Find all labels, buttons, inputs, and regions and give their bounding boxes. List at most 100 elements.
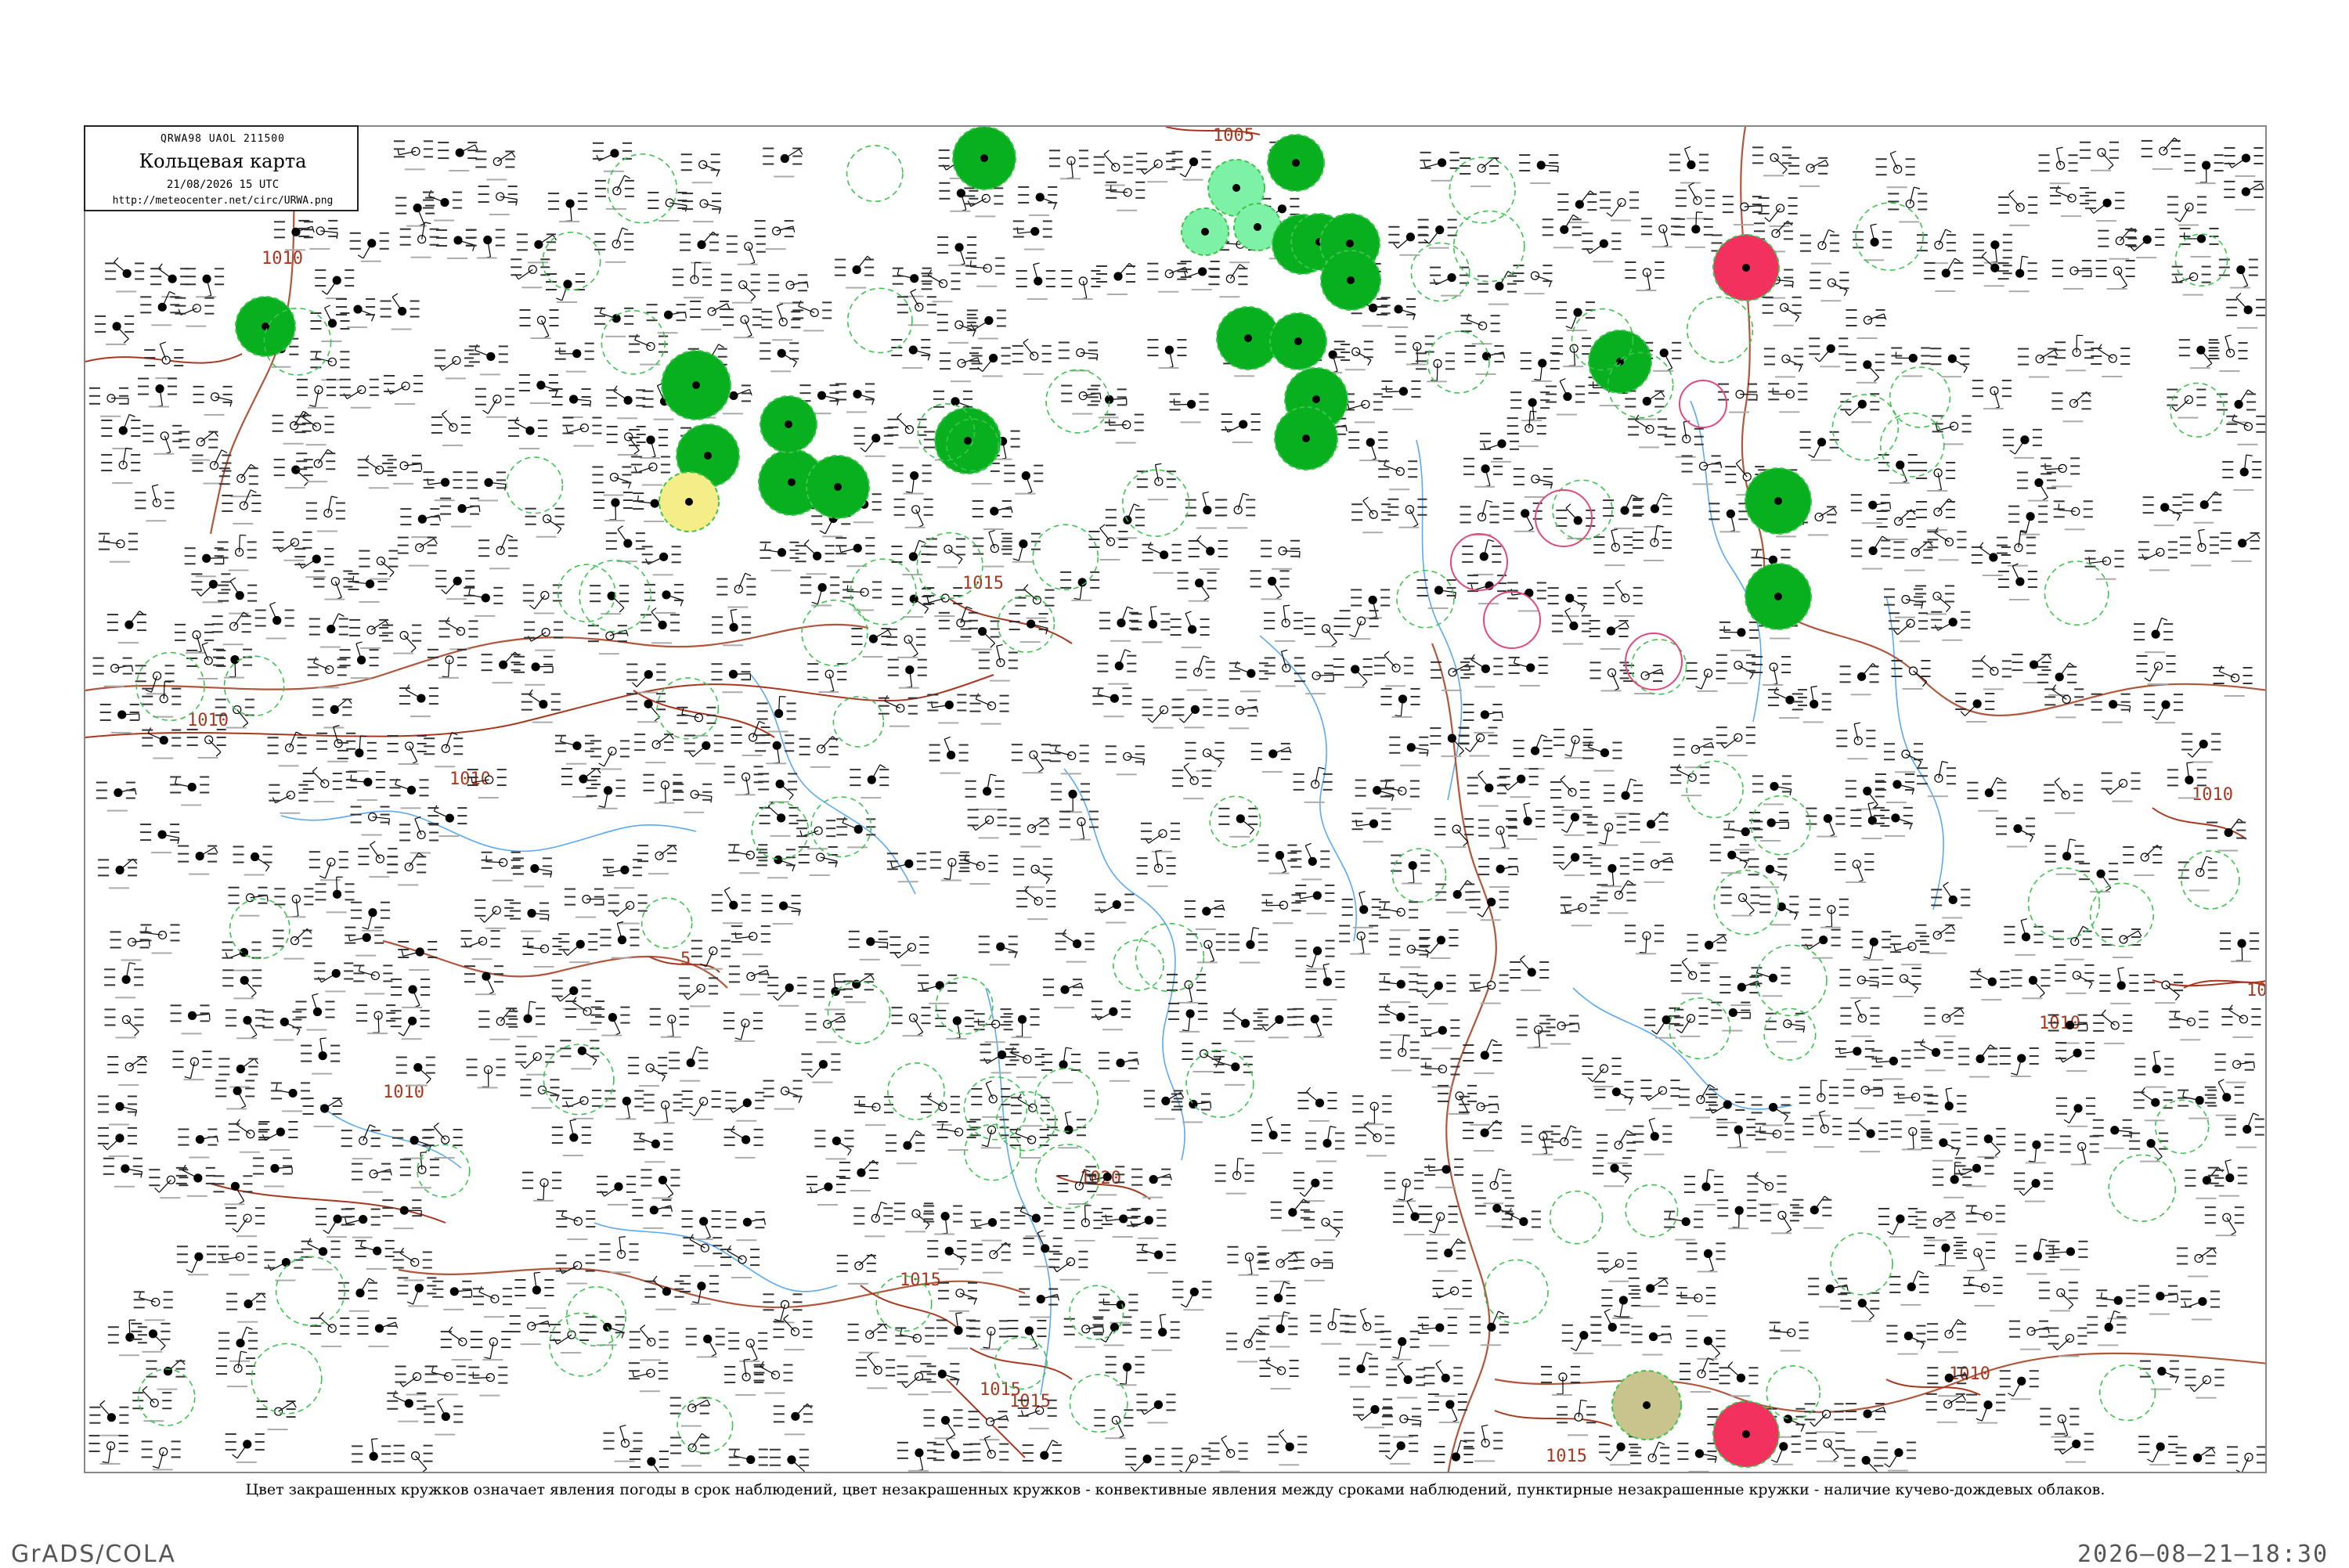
station-model[interactable] [979,935,1018,965]
station-model[interactable] [520,309,559,339]
station-model[interactable] [1420,1058,1460,1088]
cb-cloud-ring[interactable] [848,288,912,352]
cb-cloud-ring[interactable] [1831,1233,1893,1295]
station-model[interactable] [2177,1247,2216,1277]
station-model[interactable] [600,922,639,959]
station-model[interactable] [1759,197,1798,227]
station-model[interactable] [1106,1356,1145,1386]
station-model[interactable] [2123,845,2162,876]
station-model[interactable] [1305,1126,1344,1162]
station-model[interactable] [1418,219,1457,249]
station-model[interactable] [2144,974,2183,1004]
station-model[interactable] [935,1010,974,1040]
station-model[interactable] [552,388,591,418]
station-model[interactable] [677,707,716,737]
station-model[interactable] [381,294,420,330]
station-model[interactable] [1478,858,1518,888]
station-model[interactable] [1590,857,1629,887]
station-model[interactable] [1013,858,1052,888]
station-model[interactable] [1395,336,1434,366]
cb-cloud-ring[interactable] [507,457,563,514]
station-model[interactable] [303,1098,343,1127]
station-model[interactable] [1806,808,1845,838]
station-model[interactable] [1389,737,1428,766]
station-model[interactable] [1846,780,1885,810]
station-model[interactable] [630,1451,669,1473]
station-model[interactable] [1384,1172,1423,1202]
station-model[interactable] [226,1009,265,1039]
station-model[interactable] [395,1366,435,1396]
cb-cloud-ring[interactable] [2181,851,2239,909]
station-model[interactable] [178,845,218,875]
station-model[interactable] [1351,497,1391,533]
station-model[interactable] [1294,1172,1333,1202]
station-model[interactable] [1670,764,1709,796]
station-model[interactable] [1809,337,1848,367]
cb-cloud-ring[interactable] [1550,1191,1603,1244]
station-model[interactable] [1061,270,1100,300]
station-model[interactable] [1340,610,1379,640]
station-model[interactable] [390,779,429,809]
station-model[interactable] [729,1449,768,1473]
station-model[interactable] [1304,618,1344,647]
station-model[interactable] [107,1056,146,1086]
station-model[interactable] [1676,182,1715,219]
station-model[interactable] [2055,1042,2095,1072]
cb-cloud-ring[interactable] [1485,1260,1548,1323]
station-model[interactable] [1099,607,1138,642]
station-model[interactable] [1719,1362,1758,1397]
station-model[interactable] [218,1058,258,1088]
station-model[interactable] [1430,267,1469,297]
station-model[interactable] [972,500,1012,530]
station-model[interactable] [1355,780,1395,809]
station-model[interactable] [725,1092,764,1122]
station-model[interactable] [233,846,272,876]
station-model[interactable] [257,1400,297,1430]
station-model[interactable] [814,974,853,1010]
station-model[interactable] [99,533,138,563]
station-model[interactable] [1351,813,1391,842]
station-model[interactable] [513,857,552,887]
station-model[interactable] [226,1293,265,1323]
station-model[interactable] [2060,1136,2099,1166]
station-model[interactable] [1001,533,1041,563]
station-model[interactable] [1304,1211,1343,1241]
station-model[interactable] [1997,531,2036,567]
station-model[interactable] [2134,1051,2174,1088]
station-model[interactable] [1099,1052,1138,1082]
station-model[interactable] [1216,493,1255,528]
station-model[interactable] [1871,1050,1911,1080]
station-model[interactable] [351,806,390,836]
station-model[interactable] [175,624,214,654]
station-model[interactable] [2056,1098,2095,1127]
station-model[interactable] [1380,1331,1420,1361]
station-model[interactable] [104,1008,143,1038]
station-model[interactable] [1625,391,1665,420]
station-model[interactable] [1016,263,1055,300]
station-model[interactable] [1556,301,1595,331]
station-model[interactable] [2138,1436,2178,1465]
station-model[interactable] [1011,1094,1050,1126]
station-model[interactable] [1463,704,1503,734]
station-model[interactable] [721,274,760,304]
station-model[interactable] [630,1325,669,1361]
station-model[interactable] [1709,503,1748,532]
station-model[interactable] [468,1367,507,1397]
station-model[interactable] [1546,379,1585,416]
station-model[interactable] [1509,657,1548,687]
station-model[interactable] [1557,191,1597,223]
station-model[interactable] [1582,1058,1622,1087]
station-model[interactable] [522,1172,561,1202]
station-model[interactable] [1209,1436,1248,1472]
cb-cloud-ring[interactable] [276,1256,345,1325]
station-model[interactable] [1352,1095,1391,1125]
station-model[interactable] [603,859,642,889]
station-model[interactable] [2093,1010,2132,1044]
station-model[interactable] [886,1130,925,1164]
station-model[interactable] [1718,384,1757,413]
station-model[interactable] [1510,956,1549,992]
station-model[interactable] [2129,1133,2168,1162]
station-model[interactable] [394,140,433,170]
cb-cloud-ring[interactable] [1035,1069,1099,1132]
station-model[interactable] [1380,1035,1420,1071]
